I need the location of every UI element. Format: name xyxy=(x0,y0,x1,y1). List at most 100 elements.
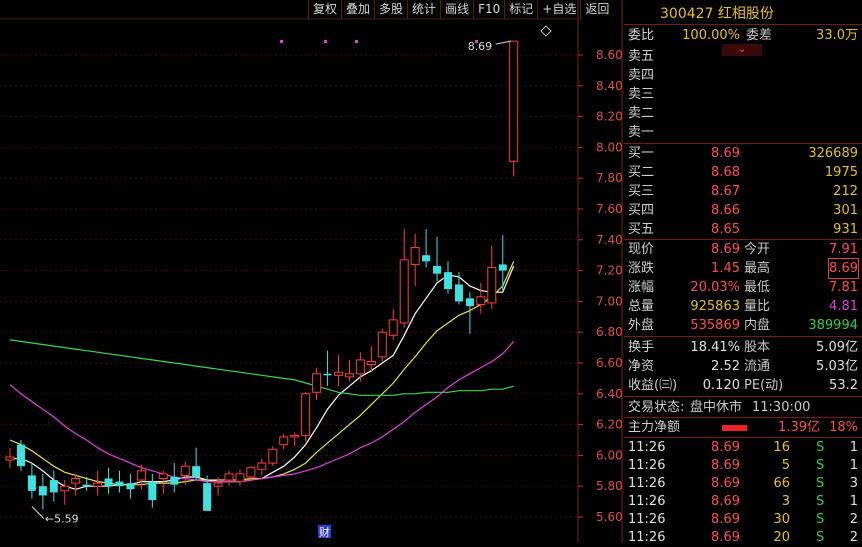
candle-body xyxy=(334,371,343,376)
candle-body xyxy=(170,476,179,485)
candle-body xyxy=(203,483,212,511)
candle-body xyxy=(498,264,507,271)
sell-level-label: 卖一 xyxy=(628,125,655,140)
restore-rights-button[interactable]: 复权 xyxy=(308,0,341,19)
tick-time: 11:26 xyxy=(628,458,666,473)
tick-side: S xyxy=(816,494,825,509)
candle-body xyxy=(192,466,201,477)
add-watchlist-button[interactable]: +自选 xyxy=(537,0,580,19)
marker-dot xyxy=(324,40,327,43)
candle-body xyxy=(476,296,486,305)
tick-volume: 20 xyxy=(773,530,790,545)
candle-body xyxy=(5,456,15,461)
mark-button[interactable]: 标记 xyxy=(504,0,537,19)
candle-body xyxy=(388,319,398,336)
y-tick-label: 7.80 xyxy=(596,171,623,185)
y-tick-label: 6.80 xyxy=(596,325,623,339)
current-price: 8.69 xyxy=(711,242,740,257)
y-tick-label: 8.00 xyxy=(596,140,623,154)
tick-price: 8.69 xyxy=(711,494,740,509)
y-tick-label: 7.20 xyxy=(596,264,623,278)
candle-body xyxy=(158,473,168,480)
tick-volume: 5 xyxy=(781,458,790,473)
candle-body xyxy=(323,373,332,376)
main-flow-row[interactable]: 主力净额 1.39亿 18% xyxy=(624,418,862,437)
y-tick-label: 6.40 xyxy=(596,387,623,401)
multi-stock-button[interactable]: 多股 xyxy=(374,0,407,19)
tick-count: 1 xyxy=(849,440,858,455)
tick-side: S xyxy=(816,458,825,473)
buy-level-row[interactable]: 买三 8.67 212 xyxy=(624,182,862,201)
candle-body xyxy=(246,467,256,478)
candle xyxy=(377,329,387,362)
overlay-button[interactable]: 叠加 xyxy=(341,0,374,19)
y-tick-label: 5.80 xyxy=(596,479,623,493)
candle-body xyxy=(257,462,267,470)
tick-time: 11:26 xyxy=(628,440,666,455)
sell-level-label: 卖四 xyxy=(628,68,655,83)
buy-level-row[interactable]: 买五 8.65 931 xyxy=(624,220,862,239)
candle-body xyxy=(126,483,135,490)
order-ratio-value: 100.00% xyxy=(682,28,740,43)
order-ratio-row: 委比 100.00% 委差 33.0万 xyxy=(628,28,858,43)
tick-count: 2 xyxy=(849,530,858,545)
tick-row: 11:26 8.69 30 S 2 xyxy=(624,510,862,529)
back-button[interactable]: 返回 xyxy=(580,0,613,19)
f10-button[interactable]: F10 xyxy=(473,0,504,19)
tick-price: 8.69 xyxy=(711,440,740,455)
low-label: ←5.59 xyxy=(45,513,79,526)
tick-price: 8.69 xyxy=(711,512,740,527)
tick-row: 11:26 8.69 66 S 3 xyxy=(624,474,862,493)
stock-header: 300427 红相股份 xyxy=(624,0,862,24)
buy-level-row[interactable]: 买一 8.69 326689 xyxy=(624,144,862,163)
marker-dot xyxy=(280,40,283,43)
buy-level-row[interactable]: 买四 8.66 301 xyxy=(624,201,862,220)
draw-line-button[interactable]: 画线 xyxy=(440,0,473,19)
candle-body xyxy=(454,284,463,302)
tick-count: 1 xyxy=(849,494,858,509)
high-label: 8.69 xyxy=(468,40,493,53)
sell-level-label: 卖五 xyxy=(628,49,655,64)
tick-row: 11:26 8.69 5 S 1 xyxy=(624,456,862,475)
candle-body xyxy=(444,272,452,290)
buy-level-row[interactable]: 买二 8.68 1975 xyxy=(624,163,862,182)
statistics-button[interactable]: 统计 xyxy=(407,0,440,19)
y-tick-label: 8.40 xyxy=(596,79,623,93)
candle-body xyxy=(355,359,365,375)
candle-body xyxy=(71,478,81,484)
candle-body xyxy=(60,485,70,492)
candle-body xyxy=(487,267,497,304)
kline-chart[interactable]: 8.60 8.40 8.20 8.00 7.80 7.60 7.40 7.20 7.00 6.80… xyxy=(0,0,624,543)
y-tick-label: 8.20 xyxy=(596,110,623,124)
candle xyxy=(268,446,278,467)
candle-body xyxy=(433,265,442,274)
marker-dot xyxy=(355,40,358,43)
candle-body xyxy=(148,481,157,501)
candle-body xyxy=(301,393,311,436)
order-diff-value: 33.0万 xyxy=(816,28,858,43)
candle-body xyxy=(268,448,278,464)
tick-time: 11:26 xyxy=(628,494,666,509)
tick-count: 1 xyxy=(849,458,858,473)
candle-body xyxy=(312,373,322,393)
tick-time: 11:26 xyxy=(628,512,666,527)
tick-volume: 3 xyxy=(781,494,790,509)
tick-volume: 30 xyxy=(773,512,790,527)
candle-body xyxy=(49,480,58,493)
candle-body xyxy=(290,434,300,438)
tick-price: 8.69 xyxy=(711,458,740,473)
sell-level-label: 卖二 xyxy=(628,106,655,121)
tick-count: 2 xyxy=(849,512,858,527)
tick-time: 11:26 xyxy=(628,476,666,491)
candle-body xyxy=(27,475,36,491)
main-flow-bar xyxy=(722,425,747,431)
candle-body xyxy=(93,482,103,487)
candle xyxy=(509,40,519,177)
y-tick-label: 7.60 xyxy=(596,202,623,216)
candle-body xyxy=(279,436,289,446)
candle-body xyxy=(224,473,234,481)
high-price: 8.69 xyxy=(828,258,859,279)
tick-side: S xyxy=(816,512,825,527)
candle-body xyxy=(235,473,245,483)
y-tick-label: 6.00 xyxy=(596,448,623,462)
